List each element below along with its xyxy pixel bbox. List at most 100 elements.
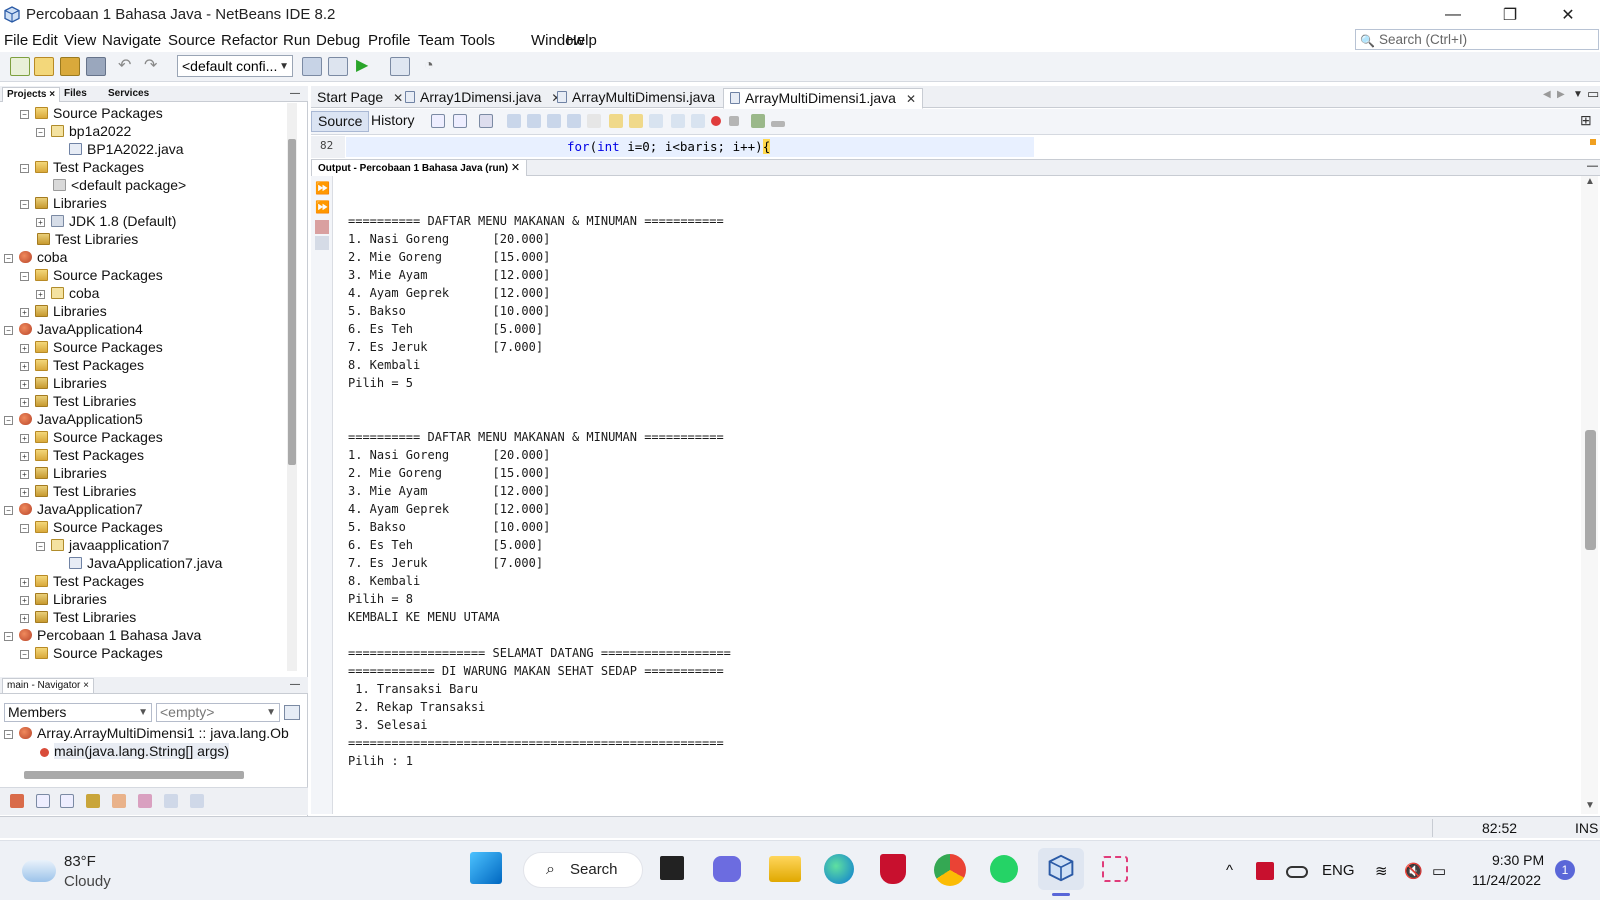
menu-navigate[interactable]: Navigate (102, 32, 161, 49)
collapse-icon[interactable]: − (20, 200, 29, 209)
expand-icon[interactable]: + (36, 290, 45, 299)
collapse-icon[interactable]: − (4, 254, 13, 263)
collapse-icon[interactable]: − (20, 110, 29, 119)
filter-inherited-icon[interactable] (10, 794, 24, 808)
close-tab-icon[interactable]: ✕ (511, 162, 520, 174)
mcafee-tray-icon[interactable] (1256, 862, 1274, 880)
close-tab-icon[interactable]: ✕ (906, 92, 916, 106)
tree-item[interactable]: + Libraries (20, 464, 107, 482)
mcafee-icon[interactable] (880, 854, 906, 884)
source-tab-button[interactable]: Source (311, 111, 370, 132)
tree-item[interactable]: − Source Packages (20, 518, 163, 536)
stop-icon[interactable] (315, 220, 329, 234)
collapse-icon[interactable]: − (4, 506, 13, 515)
menu-debug[interactable]: Debug (316, 32, 360, 49)
tree-item[interactable]: + Test Libraries (20, 392, 136, 410)
toggle-highlight-icon[interactable] (567, 114, 581, 128)
taskbar-search[interactable]: ⌕ Search (523, 852, 643, 888)
onedrive-icon[interactable] (1286, 866, 1308, 878)
sort-type-icon[interactable] (138, 794, 152, 808)
run-icon[interactable]: ▶ (356, 57, 376, 76)
menu-refactor[interactable]: Refactor (221, 32, 278, 49)
expand-icon[interactable]: + (20, 452, 29, 461)
expand-icon[interactable]: + (36, 218, 45, 227)
find-previous-icon[interactable] (527, 114, 541, 128)
tab-navigator[interactable]: main - Navigator × (2, 678, 94, 693)
language-indicator[interactable]: ENG (1322, 862, 1355, 879)
menu-edit[interactable]: Edit (32, 32, 58, 49)
windows-start-icon[interactable] (470, 852, 502, 884)
collapse-icon[interactable]: − (36, 128, 45, 137)
tree-item[interactable]: − Libraries (20, 194, 107, 212)
filter-select[interactable]: <empty> ▼ (156, 703, 280, 722)
toggle-bookmark-icon[interactable] (649, 114, 663, 128)
open-project-icon[interactable] (60, 57, 80, 76)
tree-item[interactable]: + JDK 1.8 (Default) (36, 212, 176, 230)
menu-tools[interactable]: Tools (460, 32, 495, 49)
back-icon[interactable] (453, 114, 467, 128)
stop-macro-icon[interactable] (729, 116, 739, 126)
weather-description[interactable]: Cloudy (64, 873, 111, 890)
cloud-icon[interactable] (22, 860, 56, 882)
collapse-icon[interactable]: − (4, 632, 13, 641)
tab-services[interactable]: Services (104, 87, 153, 102)
collapse-icon[interactable]: − (4, 416, 13, 425)
find-next-icon[interactable] (547, 114, 561, 128)
file-explorer-icon[interactable] (769, 856, 801, 882)
debug-icon[interactable] (390, 57, 410, 76)
edge-icon[interactable] (824, 854, 854, 884)
tree-item[interactable]: BP1A2022.java (52, 140, 184, 158)
tree-item[interactable]: + Source Packages (20, 338, 163, 356)
config-select[interactable]: <default confi... ▼ (177, 55, 293, 77)
expand-icon[interactable]: + (20, 308, 29, 317)
tree-item[interactable]: + Libraries (20, 302, 107, 320)
expand-icon[interactable]: + (20, 470, 29, 479)
snipping-tool-icon[interactable] (1102, 856, 1128, 882)
collapse-icon[interactable]: − (4, 326, 13, 335)
tab-arraymultidimensi[interactable]: ArrayMultiDimensi.java✕ (551, 88, 741, 109)
volume-muted-icon[interactable]: 🔇 (1404, 862, 1423, 880)
save-all-icon[interactable] (86, 57, 106, 76)
tab-array1dimensi[interactable]: Array1Dimensi.java✕ (399, 88, 567, 109)
weather-temperature[interactable]: 83°F (64, 853, 96, 870)
toggle-rectangular-icon[interactable] (587, 114, 601, 128)
redo-icon[interactable]: ↷ (144, 57, 164, 76)
menu-run[interactable]: Run (283, 32, 311, 49)
close-window-button[interactable]: ✕ (1545, 0, 1591, 30)
minimize-navigator-icon[interactable]: — (286, 678, 304, 693)
navigator-class-node[interactable]: − Array.ArrayMultiDimensi1 :: java.lang.O… (4, 724, 289, 742)
maximize-editor-icon[interactable]: ▭ (1587, 86, 1599, 102)
next-bookmark-icon[interactable] (629, 114, 643, 128)
sort-source-icon[interactable] (190, 794, 204, 808)
menu-team[interactable]: Team (418, 32, 455, 49)
history-tab-button[interactable]: History (365, 111, 421, 132)
minimize-panel-icon[interactable]: — (286, 87, 304, 102)
new-file-icon[interactable] (10, 57, 30, 76)
tree-item[interactable]: + Test Packages (20, 356, 144, 374)
tree-item[interactable]: − Source Packages (20, 104, 163, 122)
collapse-icon[interactable]: − (20, 650, 29, 659)
notification-badge[interactable]: 1 (1555, 860, 1575, 880)
tree-item[interactable]: − Percobaan 1 Bahasa Java (4, 626, 201, 644)
restore-button[interactable]: ❐ (1487, 0, 1533, 30)
tree-item[interactable]: + Libraries (20, 590, 107, 608)
battery-icon[interactable]: ▭ (1432, 862, 1446, 880)
tree-item[interactable]: − Source Packages (20, 644, 163, 662)
task-view-icon[interactable] (660, 856, 684, 880)
chrome-icon[interactable] (934, 854, 966, 886)
collapse-icon[interactable]: − (20, 524, 29, 533)
error-stripe-marker[interactable] (1590, 139, 1596, 145)
filter-fields-icon[interactable] (36, 794, 50, 808)
rerun-customized-icon[interactable]: ⏩ (315, 201, 330, 215)
uncomment-icon[interactable] (771, 121, 785, 127)
filter-inner-icon[interactable] (112, 794, 126, 808)
expand-icon[interactable]: + (20, 578, 29, 587)
scroll-up-icon[interactable]: ▲ (1585, 176, 1595, 187)
collapse-icon[interactable]: − (20, 272, 29, 281)
expand-icon[interactable]: + (20, 344, 29, 353)
navigator-hscroll-thumb[interactable] (24, 771, 244, 779)
navigator-method-node[interactable]: main(java.lang.String[] args) (40, 742, 230, 760)
expand-icon[interactable]: + (20, 614, 29, 623)
expand-icon[interactable]: + (20, 398, 29, 407)
last-edit-icon[interactable] (431, 114, 445, 128)
